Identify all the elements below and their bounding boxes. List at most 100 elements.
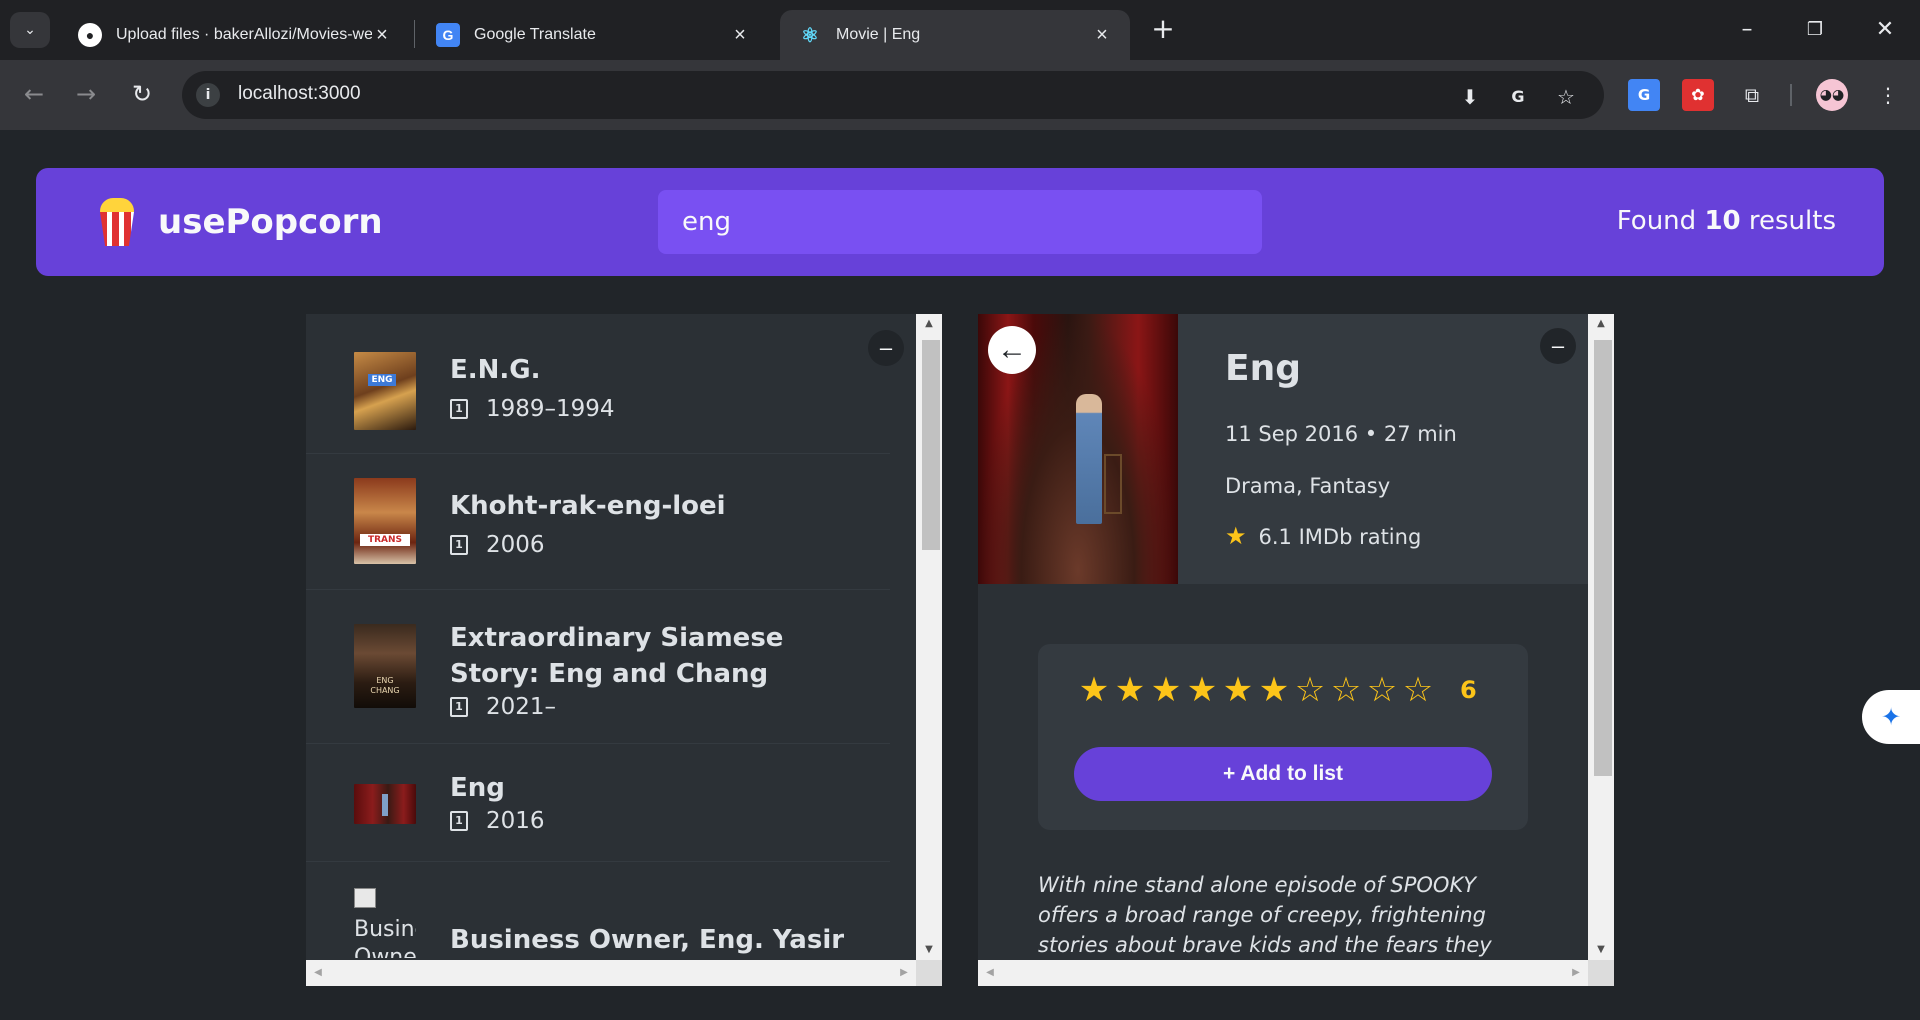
site-info-icon[interactable]: i <box>196 83 220 107</box>
movie-poster <box>354 784 416 824</box>
close-icon[interactable]: × <box>372 24 392 47</box>
back-icon[interactable]: ← <box>16 76 52 112</box>
details-horizontal-scrollbar[interactable]: ◀ ▶ <box>978 960 1588 986</box>
scrollbar-thumb[interactable] <box>1594 340 1612 776</box>
google-translate-extension-icon[interactable]: G <box>1628 79 1660 111</box>
search-input[interactable] <box>658 190 1262 254</box>
calendar-icon: 1 <box>450 535 468 555</box>
broken-image-icon <box>354 888 376 908</box>
num-results: Found 10 results <box>1616 206 1836 236</box>
broken-poster-image: Business Owner <box>354 888 416 958</box>
tab-title: Movie | Eng <box>836 26 921 43</box>
translate-page-icon[interactable]: G <box>1504 83 1532 111</box>
extension-icon[interactable]: ✿ <box>1682 79 1714 111</box>
minimize-icon[interactable]: – <box>1722 12 1772 48</box>
scroll-up-arrow-icon[interactable]: ▲ <box>916 314 942 334</box>
browser-toolbar: ← → ↻ i localhost:3000 ⬇ G ☆ G ✿ ⧉ ◕◕ ⋮ <box>0 60 1920 130</box>
star-empty-icon[interactable]: ☆ <box>1400 672 1436 708</box>
restore-icon[interactable]: ❐ <box>1790 12 1840 48</box>
details-released-runtime: 11 Sep 2016 • 27 min <box>1225 422 1457 446</box>
list-vertical-scrollbar[interactable]: ▲ ▼ <box>916 314 942 960</box>
scroll-left-arrow-icon[interactable]: ◀ <box>978 960 1002 986</box>
movie-year: 2016 <box>486 808 545 834</box>
tab-search-button[interactable]: ⌄ <box>10 12 50 48</box>
movie-year: 1989–1994 <box>486 396 615 422</box>
profile-avatar[interactable]: ◕◕ <box>1816 79 1848 111</box>
details-genre: Drama, Fantasy <box>1225 474 1391 498</box>
star-empty-icon[interactable]: ☆ <box>1364 672 1400 708</box>
movie-list-item[interactable]: ENG E.N.G. 1 1989–1994 <box>306 314 890 454</box>
collapse-details-button[interactable]: – <box>1540 328 1576 364</box>
collapse-list-button[interactable]: – <box>868 330 904 366</box>
toolbar-divider <box>1790 84 1792 106</box>
star-empty-icon[interactable]: ☆ <box>1328 672 1364 708</box>
google-translate-icon: G <box>436 23 460 47</box>
app: usePopcorn Found 10 results – ENG E.N.G.… <box>0 130 1920 1020</box>
scroll-down-arrow-icon[interactable]: ▼ <box>1588 940 1614 960</box>
movie-poster: ENG CHANG <box>354 624 416 708</box>
movie-title: Khoht-rak-eng-loei <box>450 491 726 521</box>
calendar-icon: 1 <box>450 697 468 717</box>
star-filled-icon[interactable]: ★ <box>1148 672 1184 708</box>
scrollbar-corner <box>1588 960 1614 986</box>
movie-list-item[interactable]: Eng 1 2016 <box>306 744 890 862</box>
rating-box: ★ ★ ★ ★ ★ ★ ☆ ☆ ☆ ☆ 6 + Add to list <box>1038 644 1528 830</box>
movie-list-item[interactable]: TRANS Khoht-rak-eng-loei 1 2006 <box>306 454 890 590</box>
star-rating: ★ ★ ★ ★ ★ ★ ☆ ☆ ☆ ☆ 6 <box>1076 672 1477 708</box>
details-vertical-scrollbar[interactable]: ▲ ▼ <box>1588 314 1614 960</box>
details-title: Eng <box>1225 348 1301 389</box>
movie-list-box: – ENG E.N.G. 1 1989–1994 TRANS Khoht-rak… <box>306 314 942 986</box>
star-filled-icon[interactable]: ★ <box>1076 672 1112 708</box>
back-button[interactable]: ← <box>988 326 1036 374</box>
react-icon: ⚛ <box>801 24 819 47</box>
close-window-icon[interactable]: ✕ <box>1860 12 1910 48</box>
add-to-list-button[interactable]: + Add to list <box>1074 747 1492 801</box>
movie-list-item[interactable]: ENG CHANG Extraordinary Siamese Story: En… <box>306 590 890 744</box>
new-tab-button[interactable]: + <box>1148 14 1178 44</box>
more-menu-icon[interactable]: ⋮ <box>1872 79 1904 111</box>
close-icon[interactable]: × <box>730 24 750 47</box>
movie-details-box: – ← Eng 11 Sep 2016 • 27 min Drama, Fant… <box>978 314 1614 986</box>
movie-year: 2021– <box>486 694 557 720</box>
floating-extension-widget[interactable]: ✦ <box>1862 690 1920 744</box>
tab-github[interactable]: ● Upload files · bakerAllozi/Movies-web … <box>60 10 410 60</box>
bookmark-star-icon[interactable]: ☆ <box>1552 83 1580 111</box>
star-icon: ★ <box>1225 522 1247 550</box>
scroll-right-arrow-icon[interactable]: ▶ <box>892 960 916 986</box>
details-header: ← Eng 11 Sep 2016 • 27 min Drama, Fantas… <box>978 314 1588 584</box>
close-icon[interactable]: × <box>1092 24 1112 47</box>
scrollbar-corner <box>916 960 942 986</box>
movie-title: E.N.G. <box>450 355 541 385</box>
star-filled-icon[interactable]: ★ <box>1112 672 1148 708</box>
brand-name: usePopcorn <box>158 202 383 242</box>
reload-icon[interactable]: ↻ <box>124 76 160 112</box>
calendar-icon: 1 <box>450 811 468 831</box>
scroll-right-arrow-icon[interactable]: ▶ <box>1564 960 1588 986</box>
movie-title: Extraordinary Siamese Story: Eng and Cha… <box>450 623 784 689</box>
tab-separator <box>414 20 415 48</box>
list-horizontal-scrollbar[interactable]: ◀ ▶ <box>306 960 916 986</box>
star-filled-icon[interactable]: ★ <box>1256 672 1292 708</box>
navbar: usePopcorn Found 10 results <box>36 168 1884 276</box>
movie-year: 2006 <box>486 532 545 558</box>
results-count: 10 <box>1704 206 1741 236</box>
scrollbar-thumb[interactable] <box>922 340 940 550</box>
popcorn-icon <box>98 198 136 246</box>
scroll-left-arrow-icon[interactable]: ◀ <box>306 960 330 986</box>
star-filled-icon[interactable]: ★ <box>1220 672 1256 708</box>
star-filled-icon[interactable]: ★ <box>1184 672 1220 708</box>
scroll-down-arrow-icon[interactable]: ▼ <box>916 940 942 960</box>
install-app-icon[interactable]: ⬇ <box>1456 83 1484 111</box>
extensions-puzzle-icon[interactable]: ⧉ <box>1736 79 1768 111</box>
movie-title: Eng <box>450 773 505 803</box>
forward-icon[interactable]: → <box>68 76 104 112</box>
user-rating-value: 6 <box>1460 676 1477 704</box>
address-bar[interactable]: i localhost:3000 ⬇ G ☆ <box>182 71 1604 119</box>
tab-movie-eng[interactable]: ⚛ Movie | Eng × <box>780 10 1130 60</box>
browser-tabstrip: ⌄ ● Upload files · bakerAllozi/Movies-we… <box>0 0 1920 60</box>
scroll-up-arrow-icon[interactable]: ▲ <box>1588 314 1614 334</box>
star-empty-icon[interactable]: ☆ <box>1292 672 1328 708</box>
tab-google-translate[interactable]: G Google Translate × <box>418 10 768 60</box>
movie-poster: ENG <box>354 352 416 430</box>
details-imdb-rating: ★ 6.1 IMDb rating <box>1225 522 1422 550</box>
